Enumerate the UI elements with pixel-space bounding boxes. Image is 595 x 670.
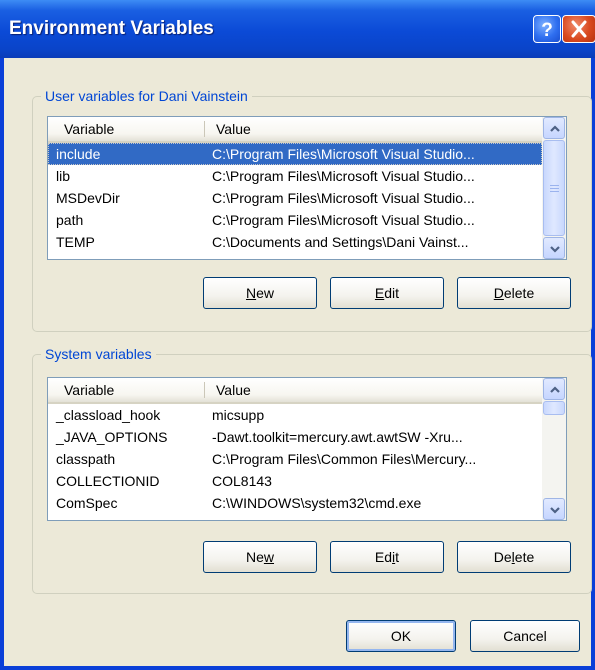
button-label: elete	[503, 285, 535, 301]
user-variables-rows: include C:\Program Files\Microsoft Visua…	[48, 143, 542, 253]
table-row[interactable]: classpath C:\Program Files\Common Files\…	[48, 448, 542, 470]
variable-value: C:\Program Files\Microsoft Visual Studio…	[212, 168, 475, 184]
table-row[interactable]: include C:\Program Files\Microsoft Visua…	[48, 143, 542, 165]
column-value[interactable]: Value	[216, 121, 251, 137]
scroll-down-button[interactable]	[543, 237, 565, 259]
user-delete-button[interactable]: Delete	[457, 277, 571, 309]
system-delete-button[interactable]: Delete	[457, 541, 571, 573]
table-row[interactable]: _JAVA_OPTIONS -Dawt.toolkit=mercury.awt.…	[48, 426, 542, 448]
column-value[interactable]: Value	[216, 382, 251, 398]
scroll-thumb[interactable]	[543, 401, 565, 415]
title-bar[interactable]: Environment Variables ?	[0, 0, 595, 58]
chevron-down-icon	[550, 507, 560, 514]
variable-name: ComSpec	[56, 495, 118, 511]
variable-value: C:\Program Files\Microsoft Visual Studio…	[212, 212, 475, 228]
variable-value: -Dawt.toolkit=mercury.awt.awtSW -Xru...	[212, 429, 463, 445]
close-button[interactable]	[562, 15, 595, 43]
access-key: D	[493, 285, 504, 301]
table-row[interactable]: lib C:\Program Files\Microsoft Visual St…	[48, 165, 542, 187]
user-variables-label: User variables for Dani Vainstein	[41, 87, 252, 105]
user-new-button[interactable]: New	[203, 277, 317, 309]
variable-name: path	[56, 212, 84, 228]
chevron-up-icon	[550, 125, 560, 132]
table-row[interactable]: TEMP C:\Documents and Settings\Dani Vain…	[48, 231, 542, 253]
variable-name: COLLECTIONID	[56, 473, 160, 489]
button-label: ete	[514, 549, 535, 565]
button-label: Ed	[374, 549, 393, 565]
ok-button[interactable]: OK	[346, 620, 456, 652]
help-button[interactable]: ?	[533, 15, 561, 43]
column-variable[interactable]: Variable	[64, 121, 114, 137]
variable-name: _JAVA_OPTIONS	[56, 429, 168, 445]
chevron-down-icon	[550, 246, 560, 253]
variable-name: classpath	[56, 451, 116, 467]
window-title: Environment Variables	[9, 18, 214, 39]
column-divider[interactable]	[204, 121, 205, 137]
scroll-down-button[interactable]	[543, 498, 565, 520]
close-icon	[571, 20, 587, 38]
variable-name: _classload_hook	[56, 407, 161, 423]
table-row[interactable]: MSDevDir C:\Program Files\Microsoft Visu…	[48, 187, 542, 209]
access-key: w	[263, 549, 275, 565]
help-icon: ?	[541, 20, 553, 41]
user-edit-button[interactable]: Edit	[330, 277, 444, 309]
column-variable[interactable]: Variable	[64, 382, 114, 398]
table-row[interactable]: COLLECTIONID COL8143	[48, 470, 542, 492]
variable-value: C:\Program Files\Common Files\Mercury...	[212, 451, 477, 467]
user-variables-group: User variables for Dani Vainstein Variab…	[32, 87, 592, 332]
variable-value: COL8143	[212, 473, 272, 489]
variable-value: C:\WINDOWS\system32\cmd.exe	[212, 495, 422, 511]
variable-name: include	[56, 146, 101, 162]
system-variables-list[interactable]: Variable Value _classload_hook micsupp _…	[47, 377, 567, 521]
table-row[interactable]: path C:\Program Files\Microsoft Visual S…	[48, 209, 542, 231]
scroll-up-button[interactable]	[543, 378, 565, 400]
system-variables-rows: _classload_hook micsupp _JAVA_OPTIONS -D…	[48, 404, 542, 514]
list-header: Variable Value	[48, 378, 542, 404]
button-label: ew	[256, 285, 275, 301]
system-edit-button[interactable]: Edit	[330, 541, 444, 573]
access-key: N	[245, 285, 257, 301]
system-new-button[interactable]: New	[203, 541, 317, 573]
variable-value: C:\Documents and Settings\Dani Vainst...	[212, 234, 469, 250]
vertical-scrollbar[interactable]	[542, 378, 566, 520]
thumb-grip	[550, 185, 559, 186]
list-header: Variable Value	[48, 117, 542, 143]
button-label: t	[395, 549, 400, 565]
user-variables-list[interactable]: Variable Value include C:\Program Files\…	[47, 116, 567, 260]
svg-text:?: ?	[541, 20, 553, 41]
chevron-up-icon	[550, 386, 560, 393]
cancel-button[interactable]: Cancel	[470, 620, 580, 652]
dialog-body: User variables for Dani Vainstein Variab…	[4, 58, 592, 666]
table-row[interactable]: _classload_hook micsupp	[48, 404, 542, 426]
column-divider[interactable]	[204, 382, 205, 398]
variable-value: micsupp	[212, 407, 265, 423]
variable-value: C:\Program Files\Microsoft Visual Studio…	[212, 190, 475, 206]
system-variables-group: System variables Variable Value _classlo…	[32, 345, 592, 594]
scroll-thumb[interactable]	[543, 140, 565, 236]
variable-value: C:\Program Files\Microsoft Visual Studio…	[212, 146, 475, 162]
table-row[interactable]: ComSpec C:\WINDOWS\system32\cmd.exe	[48, 492, 542, 514]
vertical-scrollbar[interactable]	[542, 117, 566, 259]
thumb-grip	[550, 188, 559, 189]
button-label: De	[493, 549, 512, 565]
scroll-up-button[interactable]	[543, 117, 565, 139]
environment-variables-window: Environment Variables ? User variables f…	[0, 0, 595, 670]
system-variables-label: System variables	[41, 345, 156, 363]
access-key: E	[374, 285, 385, 301]
variable-name: MSDevDir	[56, 190, 120, 206]
variable-name: TEMP	[56, 234, 95, 250]
variable-name: lib	[56, 168, 71, 184]
button-label: dit	[384, 285, 400, 301]
button-label: Ne	[245, 549, 264, 565]
thumb-grip	[550, 191, 559, 192]
